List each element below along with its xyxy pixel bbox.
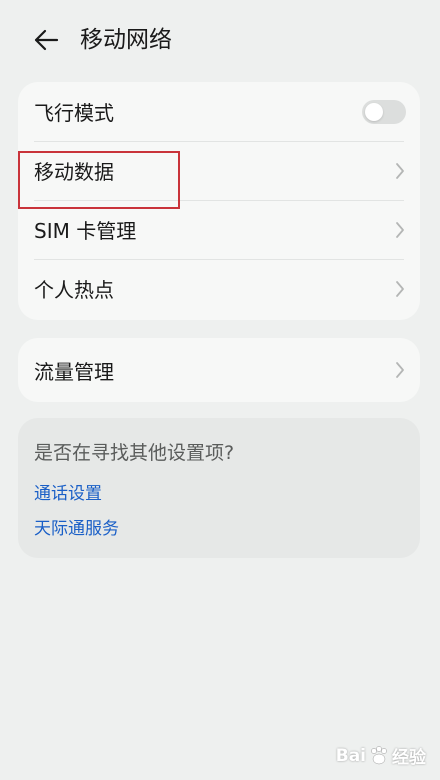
arrow-left-icon (34, 29, 59, 51)
traffic-management-label: 流量管理 (34, 359, 114, 384)
airplane-mode-toggle[interactable] (362, 99, 406, 124)
paw-icon (371, 745, 387, 764)
call-settings-link[interactable]: 通话设置 (34, 479, 102, 504)
suggestions-card: 是否在寻找其他设置项? 通话设置 天际通服务 (18, 418, 420, 558)
tianjitong-service-link[interactable]: 天际通服务 (34, 514, 119, 539)
chevron-right-icon (396, 280, 404, 297)
watermark-text-left: Bai (335, 745, 366, 766)
traffic-management-row[interactable]: 流量管理 (18, 338, 420, 402)
baidu-watermark: Bai 经验 (335, 743, 426, 769)
page-title: 移动网络 (80, 27, 172, 53)
toggle-knob (365, 102, 383, 121)
airplane-mode-row[interactable]: 飞行模式 (18, 82, 420, 141)
traffic-card: 流量管理 (18, 338, 420, 402)
mobile-data-label: 移动数据 (34, 160, 114, 184)
chevron-right-icon (396, 162, 404, 179)
hotspot-label: 个人热点 (34, 278, 114, 302)
airplane-mode-label: 飞行模式 (34, 101, 114, 125)
mobile-data-row[interactable]: 移动数据 (18, 141, 420, 200)
sim-management-label: SIM 卡管理 (34, 219, 137, 243)
network-settings-card: 飞行模式 移动数据 SIM 卡管理 个人热点 (18, 82, 420, 320)
watermark-text-right: 经验 (392, 748, 426, 768)
hotspot-row[interactable]: 个人热点 (18, 259, 420, 318)
suggestions-title: 是否在寻找其他设置项? (34, 442, 235, 464)
app-header: 移动网络 (0, 0, 440, 78)
back-button[interactable] (28, 22, 64, 58)
chevron-right-icon (396, 221, 404, 238)
sim-management-row[interactable]: SIM 卡管理 (18, 200, 420, 259)
chevron-right-icon (396, 362, 404, 378)
